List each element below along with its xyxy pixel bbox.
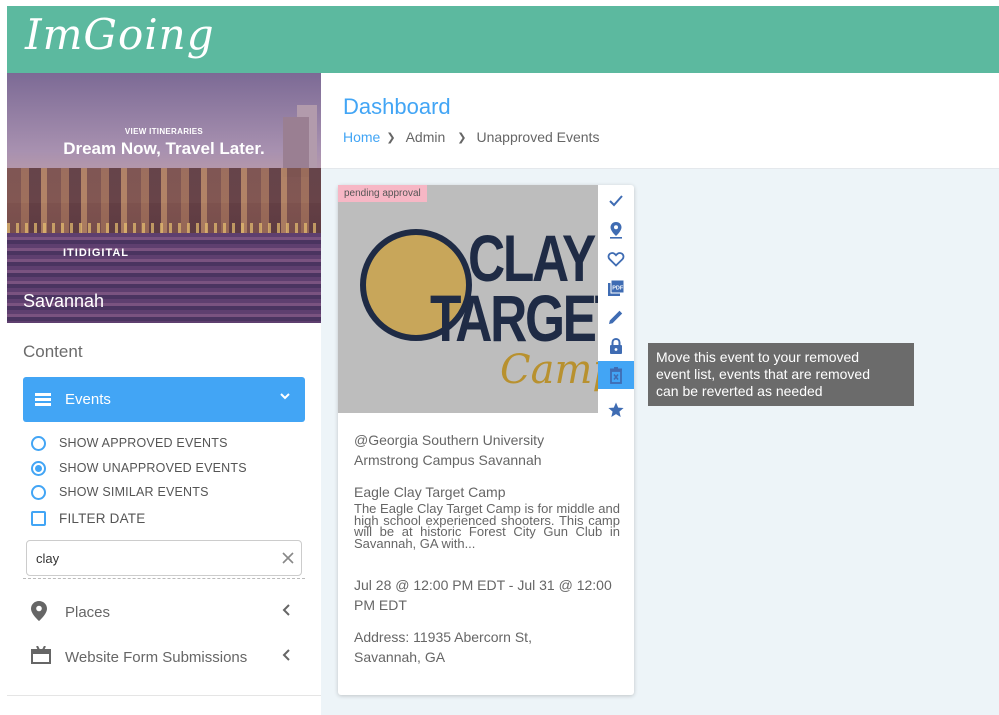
chevron-right-icon: ❯ xyxy=(457,131,467,144)
filter-similar-label: SHOW SIMILAR EVENTS xyxy=(59,485,209,499)
event-title[interactable]: Eagle Clay Target Camp xyxy=(354,482,620,502)
pdf-button[interactable]: PDF xyxy=(598,274,634,302)
chevron-left-icon xyxy=(281,648,291,665)
clear-icon[interactable] xyxy=(281,546,295,571)
sidebar: VIEW ITINERARIES Dream Now, Travel Later… xyxy=(7,73,321,715)
logo-text-camp: Camp xyxy=(500,347,598,393)
search-input[interactable]: clay xyxy=(26,540,302,576)
breadcrumb-admin[interactable]: Admin xyxy=(406,129,446,145)
card-action-bar: PDF xyxy=(598,185,634,425)
filter-unapproved-option[interactable]: SHOW UNAPPROVED EVENTS xyxy=(31,459,247,477)
remove-event-button[interactable] xyxy=(598,361,634,389)
event-date-line: Jul 28 @ 12:00 PM EDT - Jul 31 @ 12:00 xyxy=(354,577,612,593)
map-pin-icon xyxy=(610,222,622,239)
event-venue: @Georgia Southern University Armstrong C… xyxy=(354,430,620,470)
event-card[interactable]: CLAY TARGET Camp pending approval PDF xyxy=(338,185,634,695)
list-icon xyxy=(35,393,51,406)
star-icon xyxy=(608,402,624,417)
radio-icon[interactable] xyxy=(31,484,46,500)
pdf-icon: PDF xyxy=(608,279,625,296)
trash-icon xyxy=(610,367,622,384)
chevron-right-icon: ❯ xyxy=(386,131,396,144)
event-address: Address: 11935 Abercorn St, Savannah, GA xyxy=(354,627,620,667)
page-header: Dashboard Home ❯ Admin ❯ Unapproved Even… xyxy=(321,73,999,169)
sidebar-item-places[interactable]: Places xyxy=(31,601,305,625)
radio-icon[interactable] xyxy=(31,435,46,451)
search-divider xyxy=(23,578,305,579)
tooltip-line: can be reverted as needed xyxy=(656,383,823,399)
lock-icon xyxy=(610,337,622,354)
event-venue-line: @Georgia Southern University xyxy=(354,432,545,448)
filter-date-option[interactable]: FILTER DATE xyxy=(31,509,145,527)
tooltip-line: Move this event to your removed xyxy=(656,349,860,365)
pencil-icon xyxy=(609,310,623,324)
sidebar-divider xyxy=(7,695,321,696)
search-input-value[interactable]: clay xyxy=(36,551,59,566)
location-button[interactable] xyxy=(598,216,634,244)
map-pin-icon xyxy=(31,601,51,623)
app-logo[interactable]: ImGoing xyxy=(25,10,215,59)
chevron-left-icon xyxy=(281,603,291,620)
feature-button[interactable] xyxy=(598,396,634,424)
checkbox-icon[interactable] xyxy=(31,510,46,526)
filter-unapproved-label: SHOW UNAPPROVED EVENTS xyxy=(59,461,247,475)
events-menu-label: Events xyxy=(65,391,111,408)
status-badge: pending approval xyxy=(338,185,427,202)
filter-date-label: FILTER DATE xyxy=(59,510,146,526)
heart-icon xyxy=(607,252,625,267)
top-bar: ImGoing xyxy=(7,6,999,73)
hero-brand: ITIDIGITAL xyxy=(63,247,130,259)
filter-approved-option[interactable]: SHOW APPROVED EVENTS xyxy=(31,434,228,452)
filter-approved-label: SHOW APPROVED EVENTS xyxy=(59,436,228,450)
hero-view-label: VIEW ITINERARIES xyxy=(124,127,204,136)
svg-text:PDF: PDF xyxy=(612,286,624,292)
event-image[interactable]: CLAY TARGET Camp pending approval xyxy=(338,185,598,413)
event-logo: CLAY TARGET Camp xyxy=(360,213,598,403)
event-dates: Jul 28 @ 12:00 PM EDT - Jul 31 @ 12:00 P… xyxy=(354,575,620,615)
remove-event-tooltip: Move this event to your removed event li… xyxy=(648,343,914,406)
events-menu-button[interactable]: Events xyxy=(23,377,305,422)
page-title: Dashboard xyxy=(343,94,451,119)
event-address-line: Address: 11935 Abercorn St, xyxy=(354,629,532,645)
check-icon xyxy=(609,195,623,207)
tooltip-line: event list, events that are removed xyxy=(656,366,870,382)
sidebar-item-form-submissions[interactable]: Website Form Submissions xyxy=(31,645,305,670)
breadcrumb-current: Unapproved Events xyxy=(476,129,600,145)
content-section-label: Content xyxy=(23,342,83,361)
event-description: The Eagle Clay Target Camp is for middle… xyxy=(354,501,620,551)
approve-button[interactable] xyxy=(598,187,634,215)
hero-headline: Dream Now, Travel Later. xyxy=(63,139,265,158)
filter-similar-option[interactable]: SHOW SIMILAR EVENTS xyxy=(31,483,209,501)
edit-button[interactable] xyxy=(598,303,634,331)
radio-selected-icon[interactable] xyxy=(31,460,46,476)
hero-city-name: Savannah xyxy=(23,291,105,311)
chevron-down-icon xyxy=(279,389,291,405)
event-venue-line: Armstrong Campus Savannah xyxy=(354,452,542,468)
logo-text-target: TARGET xyxy=(430,281,598,355)
event-date-line: PM EDT xyxy=(354,597,407,613)
sidebar-item-places-label: Places xyxy=(65,604,111,621)
breadcrumb-home[interactable]: Home xyxy=(343,129,380,145)
hero-banner[interactable]: VIEW ITINERARIES Dream Now, Travel Later… xyxy=(7,73,321,323)
inbox-icon xyxy=(31,645,51,668)
lock-button[interactable] xyxy=(598,332,634,360)
sidebar-item-form-submissions-label: Website Form Submissions xyxy=(65,649,248,666)
breadcrumb: Home ❯ Admin ❯ Unapproved Events xyxy=(343,129,599,145)
event-address-line: Savannah, GA xyxy=(354,649,446,665)
favorite-button[interactable] xyxy=(598,245,634,273)
